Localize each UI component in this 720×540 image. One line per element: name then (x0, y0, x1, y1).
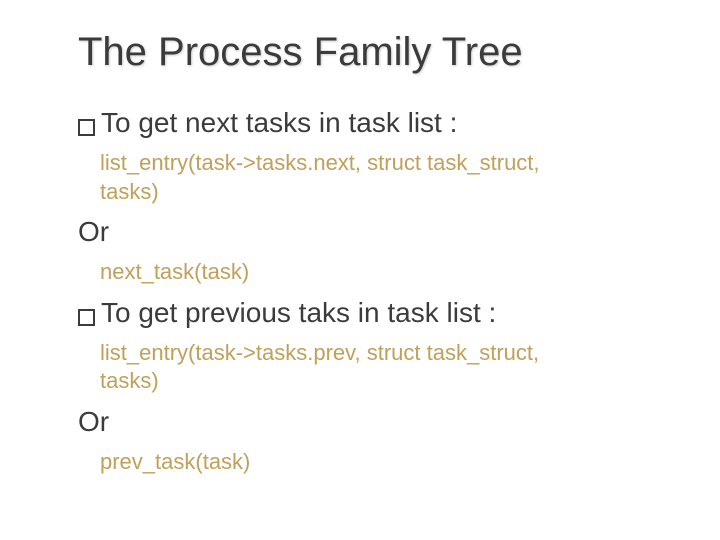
bullet-row-1: To get next tasks in task list : (78, 107, 660, 139)
code-line: prev_task(task) (100, 448, 660, 477)
slide-title: The Process Family Tree (78, 30, 660, 75)
code-block-1b: next_task(task) (100, 258, 660, 287)
slide: The Process Family Tree To get next task… (0, 0, 720, 540)
bullet-square-icon (78, 309, 95, 326)
bullet-text-2: To get previous taks in task list : (101, 297, 496, 329)
code-line: list_entry(task->tasks.next, struct task… (100, 149, 660, 178)
code-line: list_entry(task->tasks.prev, struct task… (100, 339, 660, 368)
or-label-1: Or (78, 216, 660, 248)
bullet-square-icon (78, 119, 95, 136)
code-block-2a: list_entry(task->tasks.prev, struct task… (100, 339, 660, 396)
code-block-2b: prev_task(task) (100, 448, 660, 477)
code-line: tasks) (100, 367, 660, 396)
or-label-2: Or (78, 406, 660, 438)
code-line: tasks) (100, 178, 660, 207)
code-line: next_task(task) (100, 258, 660, 287)
bullet-row-2: To get previous taks in task list : (78, 297, 660, 329)
code-block-1a: list_entry(task->tasks.next, struct task… (100, 149, 660, 206)
bullet-text-1: To get next tasks in task list : (101, 107, 457, 139)
